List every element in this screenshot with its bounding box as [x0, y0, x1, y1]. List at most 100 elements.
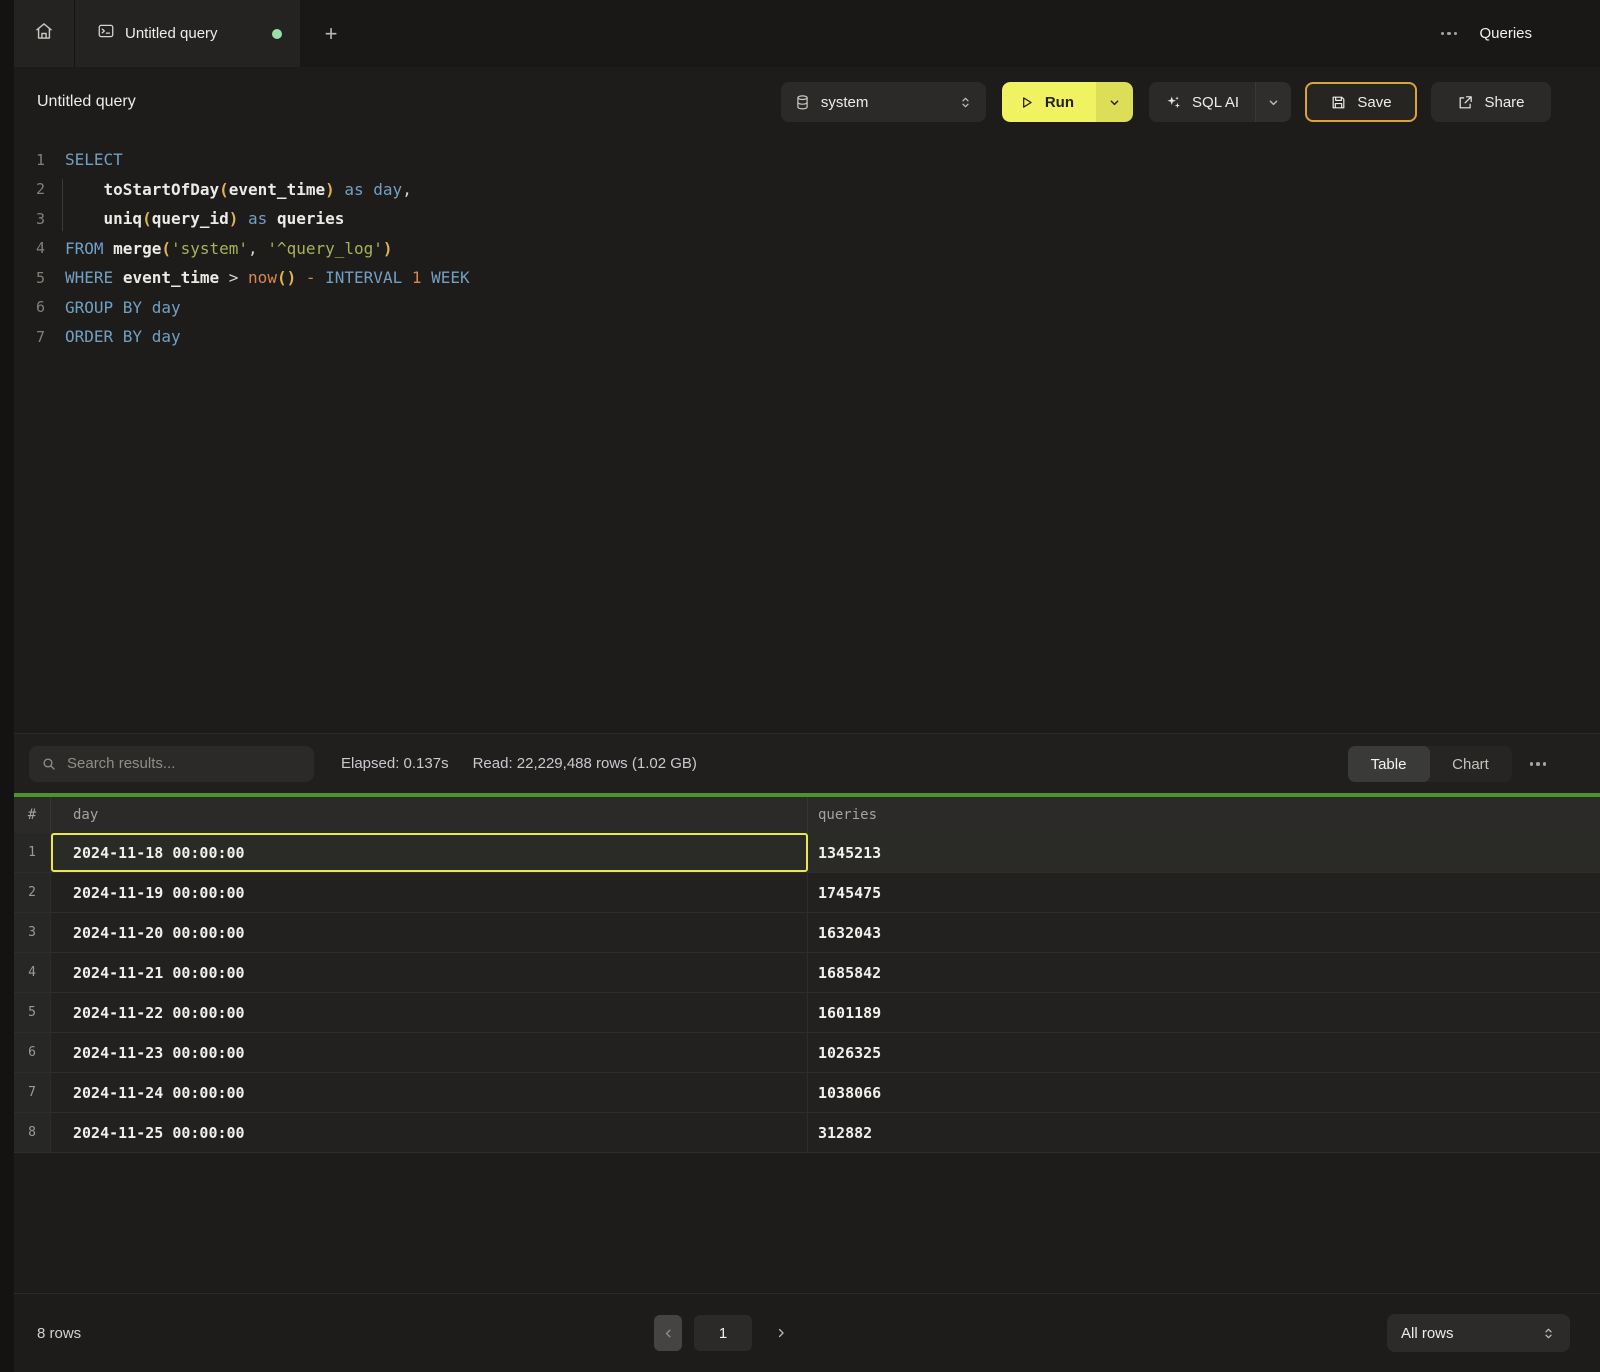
rows-per-page-selector[interactable]: All rows: [1387, 1314, 1570, 1352]
chevron-down-icon: [1107, 95, 1122, 110]
indent-guide: [62, 179, 63, 231]
queries-cell[interactable]: 1345213: [808, 833, 1600, 872]
table-header-row: # day queries: [14, 797, 1600, 833]
day-cell-selected[interactable]: 2024-11-18 00:00:00: [51, 833, 808, 872]
sql-ai-button[interactable]: SQL AI: [1149, 82, 1255, 122]
column-header-day[interactable]: day: [51, 797, 808, 833]
page-title: Untitled query: [37, 93, 136, 111]
chevron-left-icon: [662, 1327, 675, 1340]
view-toggle: Table Chart: [1348, 746, 1512, 782]
day-cell[interactable]: 2024-11-22 00:00:00: [51, 993, 808, 1032]
tab-untitled-query[interactable]: Untitled query: [75, 0, 300, 67]
table-row[interactable]: 42024-11-21 00:00:001685842: [14, 953, 1600, 993]
sql-ai-options-button[interactable]: [1255, 82, 1291, 122]
table-row[interactable]: 52024-11-22 00:00:001601189: [14, 993, 1600, 1033]
row-number-cell: 8: [14, 1113, 51, 1152]
queries-cell[interactable]: 312882: [808, 1113, 1600, 1152]
select-chevrons-icon: [958, 95, 973, 110]
sql-ai-button-group: SQL AI: [1149, 82, 1291, 122]
database-selector[interactable]: system: [781, 82, 986, 122]
line-number: 1: [14, 151, 45, 169]
tab-title: Untitled query: [125, 25, 262, 42]
results-footer: 8 rows 1 All rows: [14, 1293, 1600, 1372]
query-header: Untitled query system Run: [14, 67, 1600, 137]
results-table: # day queries 12024-11-18 00:00:00134521…: [14, 797, 1600, 1153]
table-row[interactable]: 82024-11-25 00:00:00312882: [14, 1113, 1600, 1153]
column-header-num[interactable]: #: [14, 797, 51, 833]
column-header-queries[interactable]: queries: [808, 797, 1600, 833]
unsaved-indicator-dot: [272, 29, 282, 39]
run-button-group: Run: [1002, 82, 1133, 122]
search-icon: [41, 756, 57, 772]
code-line[interactable]: 1SELECT: [14, 145, 1600, 175]
rows-per-page-value: All rows: [1401, 1325, 1541, 1342]
results-overflow-menu-icon[interactable]: [1530, 762, 1547, 766]
new-tab-button[interactable]: +: [300, 0, 362, 67]
sql-console-window: Untitled query + Queries Untitled query …: [0, 0, 1600, 1372]
queries-cell[interactable]: 1601189: [808, 993, 1600, 1032]
row-count-label: 8 rows: [37, 1325, 81, 1342]
search-results-box[interactable]: [29, 746, 314, 782]
row-number-cell: 4: [14, 953, 51, 992]
results-toolbar: Elapsed: 0.137s Read: 22,229,488 rows (1…: [14, 733, 1600, 793]
row-number-cell: 2: [14, 873, 51, 912]
queries-cell[interactable]: 1745475: [808, 873, 1600, 912]
left-edge-strip: [0, 0, 14, 1372]
view-tab-chart[interactable]: Chart: [1430, 746, 1512, 782]
row-number-cell: 3: [14, 913, 51, 952]
day-cell[interactable]: 2024-11-23 00:00:00: [51, 1033, 808, 1072]
sql-ai-button-label: SQL AI: [1192, 94, 1239, 111]
line-number: 3: [14, 210, 45, 228]
day-cell[interactable]: 2024-11-20 00:00:00: [51, 913, 808, 952]
previous-page-button[interactable]: [654, 1315, 682, 1351]
queries-cell[interactable]: 1632043: [808, 913, 1600, 952]
day-cell[interactable]: 2024-11-21 00:00:00: [51, 953, 808, 992]
page-number-button[interactable]: 1: [694, 1315, 752, 1351]
share-external-icon: [1457, 94, 1474, 111]
line-number: 7: [14, 328, 45, 346]
sql-editor[interactable]: 1SELECT2 toStartOfDay(event_time) as day…: [14, 137, 1600, 733]
select-chevrons-icon: [1541, 1326, 1556, 1341]
run-options-button[interactable]: [1096, 82, 1133, 122]
home-tab[interactable]: [14, 0, 75, 67]
table-row[interactable]: 62024-11-23 00:00:001026325: [14, 1033, 1600, 1073]
queries-link[interactable]: Queries: [1479, 25, 1532, 42]
queries-cell[interactable]: 1038066: [808, 1073, 1600, 1112]
tab-overflow-menu-icon[interactable]: [1441, 32, 1458, 36]
table-row[interactable]: 72024-11-24 00:00:001038066: [14, 1073, 1600, 1113]
row-number-cell: 5: [14, 993, 51, 1032]
code-line[interactable]: 5WHERE event_time > now() - INTERVAL 1 W…: [14, 263, 1600, 293]
run-button[interactable]: Run: [1002, 82, 1096, 122]
home-icon: [34, 21, 54, 46]
chevron-right-icon: [774, 1326, 788, 1340]
share-button[interactable]: Share: [1431, 82, 1551, 122]
run-button-label: Run: [1045, 94, 1074, 111]
sparkles-icon: [1165, 94, 1182, 111]
table-row[interactable]: 22024-11-19 00:00:001745475: [14, 873, 1600, 913]
row-number-cell: 1: [14, 833, 51, 872]
code-line[interactable]: 2 toStartOfDay(event_time) as day,: [14, 175, 1600, 205]
queries-cell[interactable]: 1026325: [808, 1033, 1600, 1072]
save-button[interactable]: Save: [1305, 82, 1417, 122]
database-icon: [794, 94, 811, 111]
pagination: 1: [654, 1315, 788, 1351]
read-stat: Read: 22,229,488 rows (1.02 GB): [473, 755, 697, 772]
line-number: 4: [14, 239, 45, 257]
table-row[interactable]: 12024-11-18 00:00:001345213: [14, 833, 1600, 873]
view-tab-table[interactable]: Table: [1348, 746, 1430, 782]
day-cell[interactable]: 2024-11-24 00:00:00: [51, 1073, 808, 1112]
code-line[interactable]: 6GROUP BY day: [14, 293, 1600, 323]
code-line[interactable]: 3 uniq(query_id) as queries: [14, 204, 1600, 234]
database-selector-value: system: [821, 94, 948, 111]
tab-bar: Untitled query + Queries: [14, 0, 1600, 67]
line-number: 5: [14, 269, 45, 287]
day-cell[interactable]: 2024-11-25 00:00:00: [51, 1113, 808, 1152]
day-cell[interactable]: 2024-11-19 00:00:00: [51, 873, 808, 912]
code-line[interactable]: 4FROM merge('system', '^query_log'): [14, 234, 1600, 264]
table-row[interactable]: 32024-11-20 00:00:001632043: [14, 913, 1600, 953]
line-number: 6: [14, 298, 45, 316]
next-page-button[interactable]: [774, 1326, 788, 1340]
code-line[interactable]: 7ORDER BY day: [14, 322, 1600, 352]
queries-cell[interactable]: 1685842: [808, 953, 1600, 992]
search-results-input[interactable]: [67, 755, 302, 772]
